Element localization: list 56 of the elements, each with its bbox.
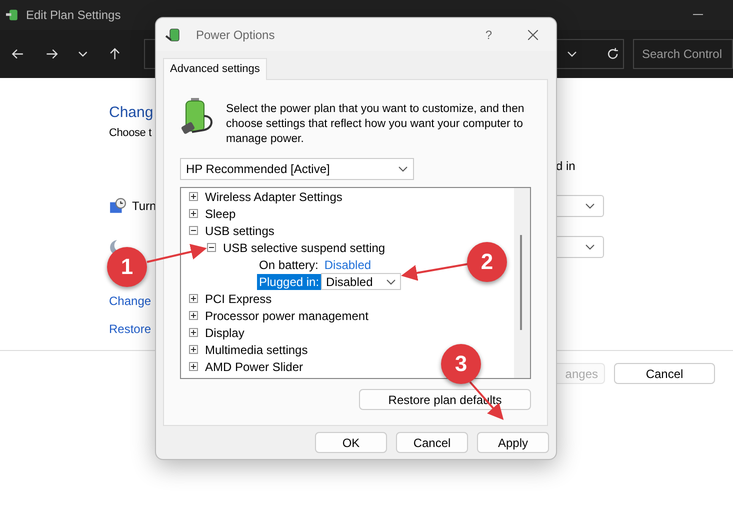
- expand-icon[interactable]: [189, 328, 198, 337]
- clock-monitor-icon: [109, 198, 126, 214]
- caret-icon: [386, 278, 396, 284]
- window-title: Edit Plan Settings: [26, 8, 122, 22]
- close-icon[interactable]: [528, 30, 538, 40]
- dialog-button[interactable]: OK: [315, 432, 387, 453]
- collapse-icon[interactable]: [207, 243, 216, 252]
- tree-item[interactable]: USB settings: [205, 224, 274, 238]
- caret-icon: [585, 203, 595, 209]
- tab[interactable]: Advanced settings: [163, 58, 267, 80]
- back-icon[interactable]: [11, 47, 25, 61]
- refresh-icon[interactable]: [606, 47, 620, 61]
- link[interactable]: Restore: [109, 322, 152, 336]
- dialog-button[interactable]: Cancel: [396, 432, 468, 453]
- tree-item[interactable]: AMD Power Slider: [205, 360, 304, 374]
- arrow: [146, 244, 207, 263]
- value-dropdown[interactable]: Disabled: [321, 273, 402, 290]
- page-subheading: Choose t: [109, 127, 152, 139]
- tree-item[interactable]: Multimedia settings: [205, 342, 308, 356]
- setting-label[interactable]: Plugged in:: [257, 274, 322, 290]
- step-marker: 1: [107, 247, 147, 287]
- arrow: [401, 263, 468, 281]
- tree-item[interactable]: USB selective suspend setting: [223, 240, 386, 254]
- minimize-icon[interactable]: [693, 14, 703, 16]
- button[interactable]: Cancel: [614, 363, 715, 384]
- expand-icon[interactable]: [189, 209, 198, 218]
- setting-label[interactable]: On battery:: [257, 256, 320, 272]
- tree-item[interactable]: Wireless Adapter Settings: [205, 190, 342, 204]
- expand-icon[interactable]: [189, 294, 198, 303]
- power-plan-icon: [6, 8, 20, 22]
- tree-item[interactable]: Processor power management: [205, 308, 368, 322]
- forward-icon[interactable]: [44, 47, 58, 61]
- caret-icon[interactable]: [78, 51, 88, 57]
- description-text: Select the power plan that you want to customize, and then choose settings that reflect how you want your computer to manage power.: [226, 102, 526, 147]
- tree-item[interactable]: Display: [205, 326, 244, 340]
- expand-icon[interactable]: [189, 345, 198, 354]
- value-link[interactable]: Disabled: [324, 258, 372, 272]
- collapse-icon[interactable]: [189, 226, 198, 235]
- scrollbar[interactable]: [514, 188, 530, 378]
- expand-icon[interactable]: [189, 362, 198, 371]
- plan-dropdown[interactable]: HP Recommended [Active]: [180, 158, 414, 180]
- tree-item[interactable]: Sleep: [205, 206, 236, 220]
- link[interactable]: Change: [109, 294, 152, 308]
- dialog-title: Power Options: [196, 28, 276, 42]
- tree-item[interactable]: PCI Express: [205, 292, 272, 306]
- dialog-button[interactable]: Apply: [477, 432, 549, 453]
- search-field[interactable]: Search Control: [632, 39, 733, 69]
- battery-plug-icon: [165, 26, 181, 42]
- help-button[interactable]: ?: [485, 28, 492, 42]
- expand-icon[interactable]: [189, 192, 198, 201]
- up-icon[interactable]: [108, 47, 122, 61]
- caret-icon: [398, 166, 408, 172]
- page-heading: Chang: [109, 104, 154, 121]
- expand-icon[interactable]: [189, 311, 198, 320]
- caret-icon: [585, 244, 595, 250]
- caret-icon[interactable]: [567, 51, 578, 57]
